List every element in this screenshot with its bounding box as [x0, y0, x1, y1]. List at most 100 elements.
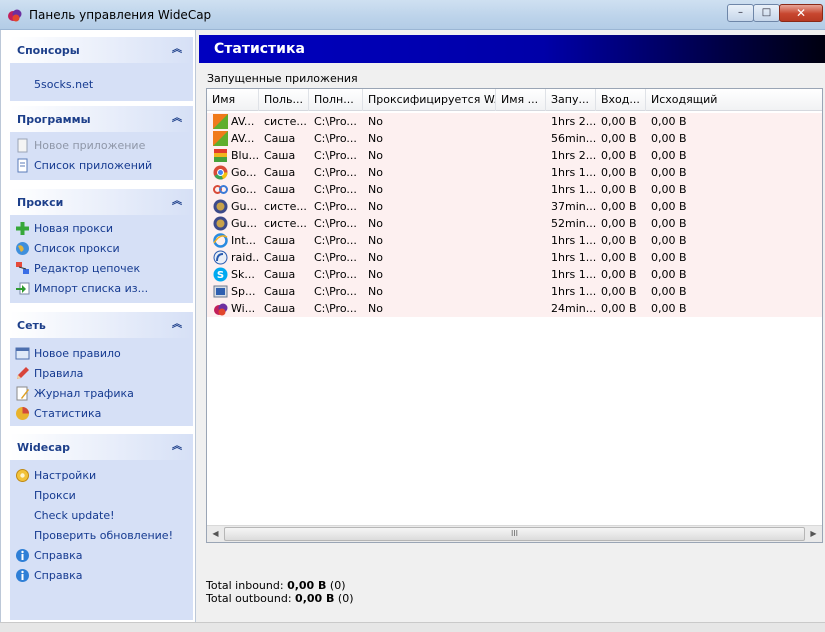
- sidebar-item-statistics[interactable]: Статистика: [15, 405, 189, 423]
- cell-outbound: 0,00 B: [651, 251, 687, 264]
- table-row[interactable]: Gu... систе... C:\Pro... No 37min... 0,00 B 0,…: [207, 198, 822, 215]
- cell-name: AV...: [231, 132, 255, 145]
- group-header-programs[interactable]: Программы ︽: [10, 106, 193, 132]
- cell-inbound: 0,00 B: [601, 183, 637, 196]
- close-button[interactable]: ✕: [779, 4, 823, 22]
- group-header-widecap[interactable]: Widecap ︽: [10, 434, 193, 460]
- collapse-chevron-icon[interactable]: ︽: [170, 43, 184, 57]
- sidebar-item-5socks[interactable]: 5socks.net: [15, 76, 189, 94]
- scroll-right-icon[interactable]: ▶: [805, 526, 822, 542]
- cell-user: Саша: [264, 149, 296, 162]
- cell-started: 1hrs 1...: [551, 166, 596, 179]
- col-outbound[interactable]: Исходящий: [646, 89, 822, 111]
- col-name[interactable]: Имя: [207, 89, 259, 111]
- sidebar-item-proxies[interactable]: Прокси: [15, 487, 189, 505]
- table-row[interactable]: Sp... Саша C:\Pro... No 1hrs 1... 0,00 B 0,00 …: [207, 283, 822, 300]
- sidebar-item-help[interactable]: Справка: [15, 547, 189, 565]
- title-bar: Панель управления WideCap – □ ✕: [0, 0, 825, 30]
- sidebar-item-check-update[interactable]: Check update!: [15, 507, 189, 525]
- cell-name-2: [501, 113, 546, 130]
- sidebar-item-app-list[interactable]: Список приложений: [15, 157, 189, 175]
- sidebar-item-traffic-log[interactable]: Журнал трафика: [15, 385, 189, 403]
- col-name-2[interactable]: Имя ...: [496, 89, 546, 111]
- collapse-chevron-icon[interactable]: ︽: [170, 318, 184, 332]
- sidebar-item-label: Проверить обновление!: [34, 529, 173, 542]
- table-row[interactable]: Go... Саша C:\Pro... No 1hrs 1... 0,00 B 0,00 …: [207, 164, 822, 181]
- cell-path: C:\Pro...: [314, 149, 357, 162]
- cell-started: 1hrs 2...: [551, 149, 596, 162]
- cell-name-2: [501, 198, 546, 215]
- sidebar-item-rules[interactable]: Правила: [15, 365, 189, 383]
- collapse-chevron-icon[interactable]: ︽: [170, 440, 184, 454]
- col-inbound[interactable]: Вход...: [596, 89, 646, 111]
- table-row[interactable]: Gu... систе... C:\Pro... No 52min... 0,00 B 0,…: [207, 215, 822, 232]
- cell-proxified: No: [368, 234, 383, 247]
- cell-started: 1hrs 1...: [551, 183, 596, 196]
- section-label: Запущенные приложения: [207, 72, 358, 85]
- sidebar-item-new-app[interactable]: Новое приложение: [15, 137, 189, 155]
- log-icon: [16, 386, 29, 401]
- sidebar: Спонсоры ︽ 5socks.net Программы ︽ Новое …: [0, 30, 196, 622]
- cell-started: 24min...: [551, 302, 596, 315]
- cell-inbound: 0,00 B: [601, 302, 637, 315]
- group-header-sponsors[interactable]: Спонсоры ︽: [10, 37, 193, 63]
- collapse-chevron-icon[interactable]: ︽: [170, 112, 184, 126]
- cell-outbound: 0,00 B: [651, 132, 687, 145]
- main-header: Статистика: [199, 35, 825, 63]
- cell-outbound: 0,00 B: [651, 268, 687, 281]
- cell-name: Sp...: [231, 285, 256, 298]
- cell-started: 37min...: [551, 200, 596, 213]
- sidebar-item-settings[interactable]: Настройки: [15, 467, 189, 485]
- total-outbound: Total outbound: 0,00 B (0): [206, 592, 354, 605]
- horizontal-scrollbar[interactable]: ◀ III ▶: [207, 525, 822, 542]
- table-row[interactable]: raid... Саша C:\Pro... No 1hrs 1... 0,00 B 0,0…: [207, 249, 822, 266]
- table-row[interactable]: Go... Саша C:\Pro... No 1hrs 1... 0,00 B 0,00 …: [207, 181, 822, 198]
- page-title: Статистика: [214, 41, 305, 57]
- table-row[interactable]: S Sk... Саша C:\Pro... No 1hrs 1... 0,00 B 0,00…: [207, 266, 822, 283]
- cell-proxified: No: [368, 302, 383, 315]
- group-header-proxy[interactable]: Прокси ︽: [10, 189, 193, 215]
- sidebar-item-new-proxy[interactable]: Новая прокси: [15, 220, 189, 238]
- scroll-thumb[interactable]: III: [224, 527, 805, 541]
- sidebar-item-label: Новая прокси: [34, 222, 114, 235]
- group-title: Спонсоры: [17, 44, 80, 57]
- collapse-chevron-icon[interactable]: ︽: [170, 195, 184, 209]
- widecap-logo-icon: [8, 9, 22, 22]
- col-proxified[interactable]: Проксифицируется W...: [363, 89, 496, 111]
- sidebar-item-help-2[interactable]: Справка: [15, 567, 189, 585]
- running-apps-table[interactable]: Имя Поль... Полн... Проксифицируется W..…: [206, 88, 823, 543]
- scroll-left-icon[interactable]: ◀: [207, 526, 224, 542]
- cell-name-2: [501, 164, 546, 181]
- col-user[interactable]: Поль...: [259, 89, 309, 111]
- total-outbound-label: Total outbound:: [206, 592, 292, 605]
- cell-name-2: [501, 130, 546, 147]
- cell-outbound: 0,00 B: [651, 302, 687, 315]
- sidebar-item-chain-editor[interactable]: Редактор цепочек: [15, 260, 189, 278]
- total-outbound-count: (0): [337, 592, 354, 605]
- cell-started: 1hrs 1...: [551, 268, 596, 281]
- cell-user: Саша: [264, 166, 296, 179]
- cell-inbound: 0,00 B: [601, 132, 637, 145]
- col-started[interactable]: Запу...: [546, 89, 596, 111]
- sidebar-item-proxy-list[interactable]: Список прокси: [15, 240, 189, 258]
- maximize-button[interactable]: □: [753, 4, 780, 22]
- table-row[interactable]: Wi... Саша C:\Pro... No 24min... 0,00 B 0,00 B: [207, 300, 822, 317]
- cell-user: систе...: [264, 200, 307, 213]
- sidebar-item-import[interactable]: Импорт списка из...: [15, 280, 189, 298]
- table-row[interactable]: Int... Саша C:\Pro... No 1hrs 1... 0,00 B 0,00…: [207, 232, 822, 249]
- col-full-path[interactable]: Полн...: [309, 89, 363, 111]
- sidebar-item-label: Check update!: [34, 509, 115, 522]
- cell-outbound: 0,00 B: [651, 285, 687, 298]
- cell-path: C:\Pro...: [314, 234, 357, 247]
- sidebar-item-new-rule[interactable]: Новое правило: [15, 345, 189, 363]
- sidebar-item-check-update-ru[interactable]: Проверить обновление!: [15, 527, 189, 545]
- cell-user: Саша: [264, 302, 296, 315]
- group-header-network[interactable]: Сеть ︽: [10, 312, 193, 338]
- cell-name: raid...: [231, 251, 259, 264]
- table-row[interactable]: AV... Саша C:\Pro... No 56min... 0,00 B 0,00 B: [207, 130, 822, 147]
- cell-name-2: [501, 147, 546, 164]
- table-row[interactable]: Blu... Саша C:\Pro... No 1hrs 2... 0,00 B 0,00…: [207, 147, 822, 164]
- table-row[interactable]: AV... систе... C:\Pro... No 1hrs 2... 0,00 B 0…: [207, 113, 822, 130]
- cell-outbound: 0,00 B: [651, 200, 687, 213]
- minimize-button[interactable]: –: [727, 4, 754, 22]
